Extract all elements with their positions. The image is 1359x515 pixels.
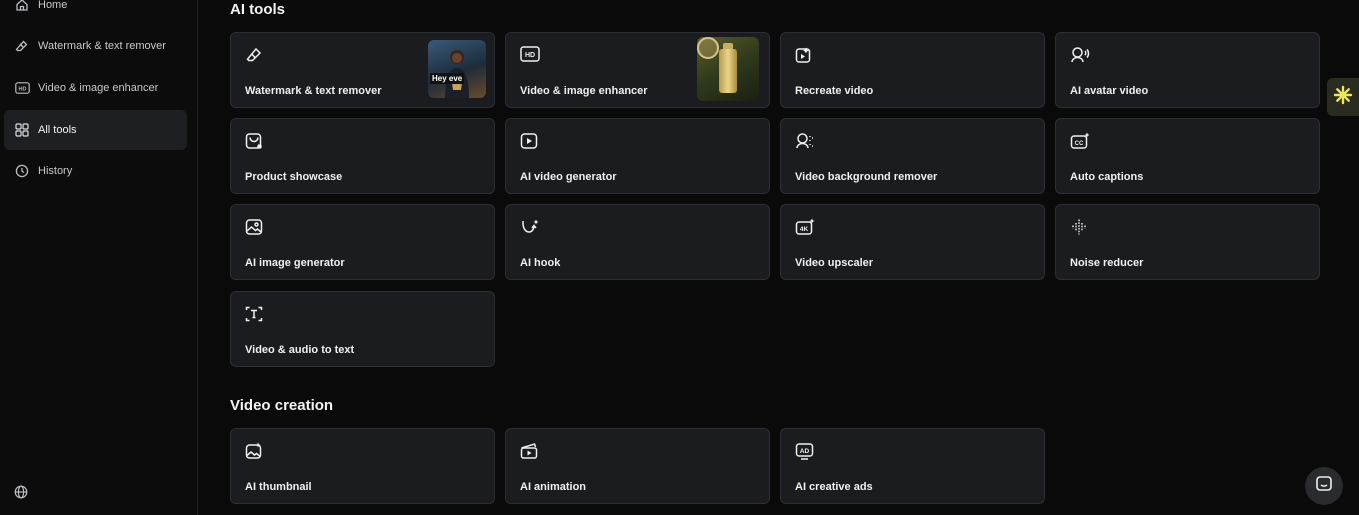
tool-card-label: Product showcase: [245, 171, 343, 183]
image-icon: [245, 218, 265, 238]
clapper-icon: [520, 442, 540, 462]
tool-card-enhancer[interactable]: HD Video & image enhancer: [505, 32, 770, 108]
tool-card-ai-hook[interactable]: AI hook: [505, 204, 770, 280]
preview-thumbnail: Hey eve: [428, 40, 486, 98]
eraser-icon: [245, 46, 265, 66]
tool-card-watermark-remover[interactable]: Watermark & text remover Hey eve: [230, 32, 495, 108]
tool-card-ai-image-generator[interactable]: AI image generator: [230, 204, 495, 280]
tool-card-label: Video & image enhancer: [520, 85, 648, 97]
tool-card-audio-to-text[interactable]: Video & audio to text: [230, 291, 495, 367]
section-title-video-creation: Video creation: [230, 397, 334, 414]
tool-card-auto-captions[interactable]: CC Auto captions: [1055, 118, 1320, 194]
person-cutout-icon: [795, 132, 815, 152]
tool-card-label: AI image generator: [245, 257, 345, 269]
tool-card-background-remover[interactable]: Video background remover: [780, 118, 1045, 194]
person-illustration: [445, 50, 469, 98]
ad-icon: AD: [795, 442, 815, 462]
svg-text:4K: 4K: [800, 226, 809, 233]
grid-icon: [14, 122, 30, 138]
sidebar-item-home[interactable]: Home: [4, 0, 187, 25]
svg-text:HD: HD: [525, 52, 535, 59]
play-icon: [520, 132, 540, 152]
sparkle-icon: [1333, 85, 1353, 110]
tool-card-label: AI video generator: [520, 171, 617, 183]
tool-card-label: Recreate video: [795, 85, 874, 97]
cc-icon: CC: [1070, 132, 1090, 152]
tool-card-ai-video-generator[interactable]: AI video generator: [505, 118, 770, 194]
tool-card-label: AI animation: [520, 481, 587, 493]
svg-text:CC: CC: [1075, 141, 1084, 147]
svg-text:AD: AD: [800, 448, 810, 455]
chat-icon: [1315, 475, 1333, 498]
sidebar-item-enhancer[interactable]: HD Video & image enhancer: [4, 68, 187, 108]
eraser-icon: [14, 38, 30, 54]
tool-card-label: AI creative ads: [795, 481, 873, 493]
home-icon: [14, 0, 30, 13]
avatar-voice-icon: [1070, 46, 1090, 66]
tool-card-noise-reducer[interactable]: Noise reducer: [1055, 204, 1320, 280]
tool-card-avatar-video[interactable]: AI avatar video: [1055, 32, 1320, 108]
tool-card-ai-animation[interactable]: AI animation: [505, 428, 770, 504]
sidebar: Home Watermark & text remover HD Video &…: [0, 0, 198, 515]
recreate-icon: [795, 46, 815, 66]
tool-card-label: Auto captions: [1070, 171, 1144, 183]
chat-support-button[interactable]: [1305, 467, 1343, 505]
clock-icon: [14, 163, 30, 179]
bottle-shape: [719, 49, 737, 93]
sidebar-item-label: All tools: [38, 124, 77, 136]
hd-icon: HD: [14, 80, 30, 96]
text-frame-icon: [245, 305, 265, 325]
waveform-icon: [1070, 218, 1090, 238]
sidebar-item-label: Watermark & text remover: [38, 40, 166, 52]
sidebar-item-all-tools[interactable]: All tools: [4, 110, 187, 150]
tool-card-product-showcase[interactable]: Product showcase: [230, 118, 495, 194]
tool-card-label: Video background remover: [795, 171, 938, 183]
feedback-tab[interactable]: [1327, 78, 1359, 116]
tool-card-video-upscaler[interactable]: 4K Video upscaler: [780, 204, 1045, 280]
tool-card-label: Watermark & text remover: [245, 85, 382, 97]
globe-icon[interactable]: [14, 485, 30, 501]
tool-card-ai-thumbnail[interactable]: AI thumbnail: [230, 428, 495, 504]
4k-icon: 4K: [795, 218, 815, 238]
sidebar-item-label: Home: [38, 0, 68, 11]
tool-card-label: Video & audio to text: [245, 344, 355, 356]
sidebar-item-watermark-remover[interactable]: Watermark & text remover: [4, 26, 187, 66]
preview-thumbnail: [697, 37, 759, 101]
sidebar-item-history[interactable]: History: [4, 151, 187, 191]
tool-card-label: AI avatar video: [1070, 85, 1149, 97]
tool-card-recreate-video[interactable]: Recreate video: [780, 32, 1045, 108]
sidebar-item-label: History: [38, 165, 73, 177]
tool-card-ai-creative-ads[interactable]: AD AI creative ads: [780, 428, 1045, 504]
tool-card-label: Noise reducer: [1070, 257, 1144, 269]
tool-card-label: Video upscaler: [795, 257, 874, 269]
sidebar-item-label: Video & image enhancer: [38, 82, 159, 94]
thumbnail-caption: Hey eve: [430, 73, 465, 84]
product-bag-icon: [245, 132, 265, 152]
section-title-ai-tools: AI tools: [230, 1, 285, 18]
magnifier-shape: [697, 37, 719, 59]
hook-icon: [520, 218, 540, 238]
hd-icon: HD: [520, 46, 540, 66]
tool-card-label: AI hook: [520, 257, 561, 269]
svg-text:HD: HD: [18, 86, 26, 92]
thumbnail-icon: [245, 442, 265, 462]
tool-card-label: AI thumbnail: [245, 481, 312, 493]
